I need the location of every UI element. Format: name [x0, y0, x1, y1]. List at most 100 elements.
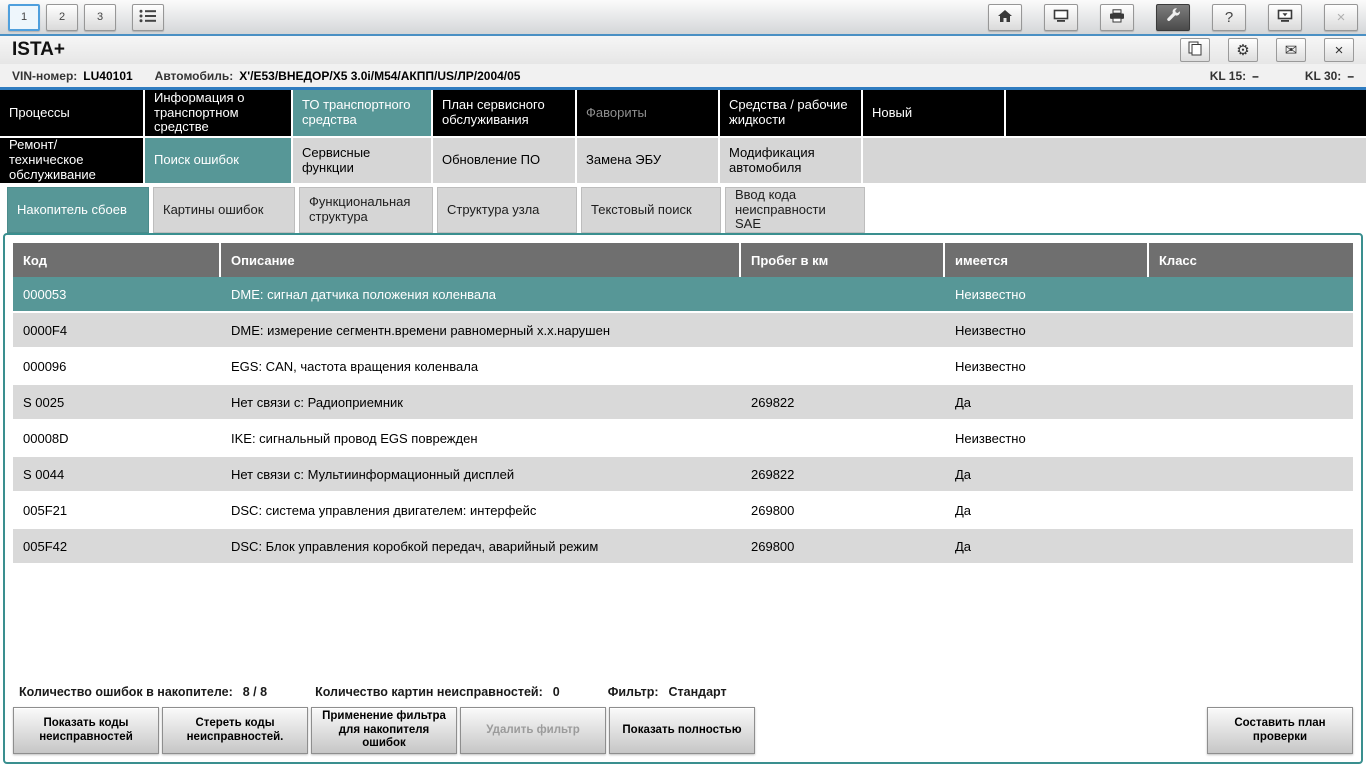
- fault-table-cell: 000053: [23, 286, 67, 302]
- kl30-label: KL 30:: [1304, 68, 1342, 83]
- close-session-button[interactable]: ×: [1324, 38, 1354, 62]
- sub-menu-tab[interactable]: Поиск ошибок: [145, 138, 293, 183]
- vehicle-value: X'/E53/ВНЕДОР/X5 3.0i/M54/АКПП/US/ЛР/200…: [239, 68, 521, 83]
- session-tab-1[interactable]: 1: [8, 3, 40, 31]
- gear-icon: ⚙: [1236, 42, 1250, 59]
- toolbar-right-icons: ? ×: [988, 3, 1358, 31]
- fault-table-row[interactable]: 005F21 DSC: система управления двигателем…: [13, 493, 1353, 529]
- workshop-system-button[interactable]: [1044, 3, 1078, 31]
- fault-table-cell: DME: измерение сегментн.времени равномер…: [231, 322, 611, 338]
- function-tab[interactable]: Картины ошибок: [153, 187, 295, 233]
- fault-table-cell: [1149, 277, 1353, 311]
- session-tab-2-label: 2: [58, 11, 66, 23]
- close-icon: ×: [1334, 41, 1344, 59]
- main-menu-tab[interactable]: Информация о транспортном средстве: [145, 90, 293, 136]
- sub-menu-tab[interactable]: Обновление ПО: [433, 138, 577, 183]
- function-tab-label: Текстовый поиск: [591, 201, 692, 217]
- function-tab-label: Ввод кода неисправности SAE: [735, 187, 826, 232]
- fault-table-row[interactable]: S 0025 Нет связи с: Радиоприемник 269822 Да: [13, 385, 1353, 421]
- main-menu-tab[interactable]: Средства / рабочие жидкости: [720, 90, 863, 136]
- home-button[interactable]: [988, 3, 1022, 31]
- main-menu-tab[interactable]: Фавориты: [577, 90, 720, 136]
- fault-table-row[interactable]: 000053 DME: сигнал датчика положения коле…: [13, 277, 1353, 313]
- wrench-icon: [1166, 8, 1181, 26]
- fault-table-cell: 005F21: [23, 502, 68, 518]
- function-tab[interactable]: Функциональная структура: [299, 187, 433, 233]
- kl15-value: –: [1252, 68, 1259, 83]
- help-icon: ?: [1224, 8, 1234, 26]
- fault-table-cell: S 0025: [23, 394, 65, 410]
- main-menu-tab[interactable]: ТО транспортного средства: [293, 90, 433, 136]
- function-tab[interactable]: Ввод кода неисправности SAE: [725, 187, 865, 233]
- footer-button[interactable]: Стереть коды неисправностей.: [162, 707, 308, 754]
- fault-table-row[interactable]: 0000F4 DME: измерение сегментн.времени ра…: [13, 313, 1353, 349]
- main-menu-tab[interactable]: Процессы: [0, 90, 145, 136]
- sub-menu-tab-label: Ремонт/ техническое обслуживание: [9, 138, 96, 182]
- create-test-plan-button[interactable]: Составить план проверки: [1207, 707, 1353, 754]
- display-switch-button[interactable]: [1268, 3, 1302, 31]
- footer-button[interactable]: Показать коды неисправностей: [13, 707, 159, 754]
- vehicle-info-bar: VIN-номер: LU40101 Автомобиль: X'/E53/ВН…: [0, 64, 1366, 90]
- copy-session-button[interactable]: [1180, 38, 1210, 62]
- fault-table-cell: DME: сигнал датчика положения коленвала: [231, 286, 496, 302]
- fault-table-cell: [1149, 349, 1353, 383]
- vin-value: LU40101: [83, 68, 133, 83]
- fault-table-row[interactable]: 000096 EGS: CAN, частота вращения коленва…: [13, 349, 1353, 385]
- fault-table-header: Код Описание Пробег в км имеется Класс: [13, 243, 1353, 277]
- fault-table-cell: DSC: Блок управления коробкой передач, а…: [231, 538, 599, 554]
- help-button[interactable]: ?: [1212, 3, 1246, 31]
- tools-button[interactable]: [1156, 3, 1190, 31]
- settings-button[interactable]: ⚙: [1228, 38, 1258, 62]
- session-list-button[interactable]: [132, 3, 164, 31]
- sub-menu-tab-label: Поиск ошибок: [154, 152, 239, 168]
- function-tab-label: Картины ошибок: [163, 201, 264, 217]
- session-tab-3-label: 3: [96, 11, 104, 23]
- fault-table-row[interactable]: S 0044 Нет связи с: Мультиинформационный …: [13, 457, 1353, 493]
- sub-menu-tab-label: Обновление ПО: [442, 152, 541, 168]
- main-menu-tab[interactable]: План сервисного обслуживания: [433, 90, 577, 136]
- fault-table-row[interactable]: 00008D IKE: сигнальный провод EGS поврежд…: [13, 421, 1353, 457]
- session-tab-2[interactable]: 2: [46, 3, 78, 31]
- list-icon: [139, 9, 157, 26]
- function-tab[interactable]: Текстовый поиск: [581, 187, 721, 233]
- print-button[interactable]: [1100, 3, 1134, 31]
- main-menu-tab-filler: [1006, 90, 1366, 136]
- sub-menu-tab[interactable]: Ремонт/ техническое обслуживание: [0, 138, 145, 183]
- fault-table-cell: Да: [955, 502, 972, 518]
- close-app-button[interactable]: ×: [1324, 3, 1358, 31]
- fault-table-cell: IKE: сигнальный провод EGS поврежден: [231, 430, 478, 446]
- fault-table-cell: 000096: [23, 358, 67, 374]
- column-header: Описание: [221, 243, 741, 277]
- fault-table-cell: 269822: [751, 394, 795, 410]
- fault-table-cell: 269822: [751, 466, 795, 482]
- footer-button[interactable]: Показать полностью: [609, 707, 755, 754]
- footer-button[interactable]: Применение фильтра для накопителя ошибок: [311, 707, 457, 754]
- fault-table-cell: 269800: [751, 538, 795, 554]
- fault-table-row[interactable]: 005F42 DSC: Блок управления коробкой пере…: [13, 529, 1353, 565]
- status-bar: Количество ошибок в накопителе: 8 / 8 Ко…: [13, 681, 1353, 707]
- column-header: Пробег в км: [741, 243, 945, 277]
- patterns-count-value: 0: [552, 685, 560, 700]
- sub-menu-tab[interactable]: Сервисные функции: [293, 138, 433, 183]
- home-icon: [997, 9, 1013, 26]
- function-tab[interactable]: Структура узла: [437, 187, 577, 233]
- column-header: Код: [13, 243, 221, 277]
- main-menu-tab[interactable]: Новый: [863, 90, 1006, 136]
- title-bar-icons: ⚙ ✉ ×: [1180, 38, 1354, 62]
- fault-table-cell: [1149, 457, 1353, 491]
- function-tab[interactable]: Накопитель сбоев: [7, 187, 149, 233]
- vin-label: VIN-номер:: [12, 68, 78, 83]
- sub-menu-tab[interactable]: Замена ЭБУ: [577, 138, 720, 183]
- column-header: Класс: [1149, 243, 1353, 277]
- fault-table-cell: Неизвестно: [955, 322, 1026, 338]
- footer-button[interactable]: Удалить фильтр: [460, 707, 606, 754]
- fault-table-cell: 00008D: [23, 430, 69, 446]
- workshop-monitor-icon: [1053, 9, 1069, 26]
- main-menu-tab-label: ТО транспортного средства: [302, 97, 411, 127]
- session-tab-3[interactable]: 3: [84, 3, 116, 31]
- footer-buttons: Показать коды неисправностей Стереть коды…: [13, 707, 1353, 756]
- display-switch-icon: [1277, 9, 1293, 26]
- fault-table-cell: [1149, 421, 1353, 455]
- sub-menu-tab[interactable]: Модификация автомобиля: [720, 138, 863, 183]
- messages-button[interactable]: ✉: [1276, 38, 1306, 62]
